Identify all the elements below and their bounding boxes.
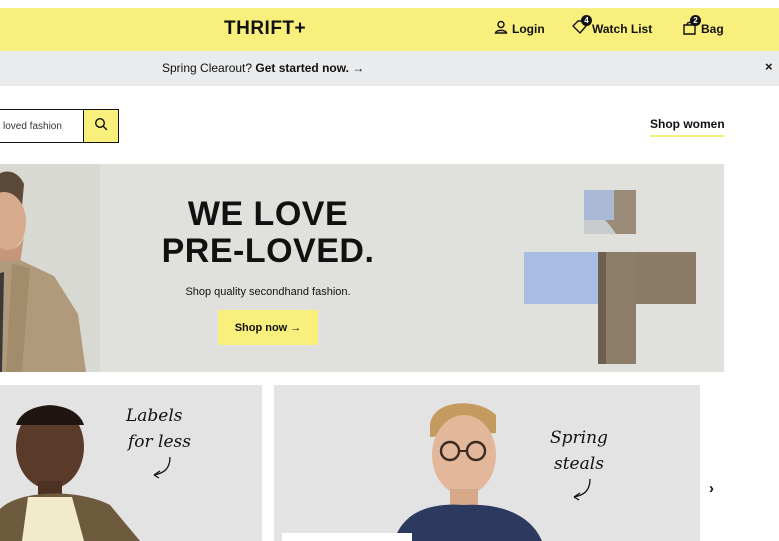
- search-icon: [94, 117, 108, 136]
- login-link[interactable]: Login: [494, 20, 545, 37]
- brand-logo[interactable]: THRIFT+: [224, 18, 306, 40]
- hero-title: WE LOVE PRE-LOVED.: [100, 196, 436, 270]
- fabric-plus-graphic: [524, 190, 696, 364]
- curved-arrow-icon: [550, 477, 608, 509]
- bag-link[interactable]: 2 Bag: [682, 15, 724, 38]
- shop-now-button[interactable]: Shop now →: [218, 310, 318, 345]
- card-1-headline: Labels for less: [126, 403, 191, 487]
- promo-banner: Spring Clearout? Get started now. → ×: [0, 51, 779, 86]
- hero-model-image: [0, 164, 100, 372]
- search-bar: [0, 109, 119, 143]
- hero-title-line1: WE LOVE: [187, 195, 349, 233]
- login-label: Login: [512, 21, 545, 36]
- watchlist-link[interactable]: 4 Watch List: [572, 15, 653, 37]
- bag-count-badge: 2: [690, 15, 701, 26]
- card-2-line2: steals: [554, 454, 604, 474]
- top-header: THRIFT+ Login 4 Watch List 2 Bag: [0, 8, 779, 51]
- search-input[interactable]: [0, 110, 83, 142]
- shop-women-link[interactable]: Shop women: [650, 117, 725, 137]
- close-icon[interactable]: ×: [765, 59, 773, 74]
- watchlist-label: Watch List: [592, 21, 653, 36]
- card-1-line1: Labels: [126, 406, 183, 426]
- curved-arrow-icon: [126, 455, 191, 487]
- card-1-line2: for less: [128, 432, 192, 452]
- bag-icon: 2: [682, 15, 701, 38]
- tag-icon: 4: [572, 15, 592, 37]
- card-2-line1: Spring: [550, 428, 608, 448]
- hero-banner: WE LOVE PRE-LOVED. Shop quality secondha…: [0, 164, 724, 372]
- carousel-next-button[interactable]: ›: [709, 480, 714, 497]
- search-button[interactable]: [83, 110, 118, 142]
- category-card-spring-steals[interactable]: Spring steals: [274, 385, 700, 541]
- card-2-headline: Spring steals: [550, 425, 608, 509]
- category-card-labels-for-less[interactable]: Labels for less: [0, 385, 262, 541]
- card-model-image: [282, 403, 542, 541]
- user-icon: [494, 20, 508, 37]
- page: THRIFT+ Login 4 Watch List 2 Bag Spring …: [0, 0, 779, 541]
- hero-subtitle: Shop quality secondhand fashion.: [185, 286, 351, 298]
- hero-title-line2: PRE-LOVED.: [161, 232, 375, 270]
- promo-text: Spring Clearout?: [162, 61, 253, 75]
- bag-label: Bag: [701, 22, 724, 36]
- promo-message: Spring Clearout? Get started now. →: [162, 61, 364, 75]
- promo-cta-link[interactable]: Get started now. →: [255, 61, 364, 75]
- watchlist-count-badge: 4: [581, 15, 592, 26]
